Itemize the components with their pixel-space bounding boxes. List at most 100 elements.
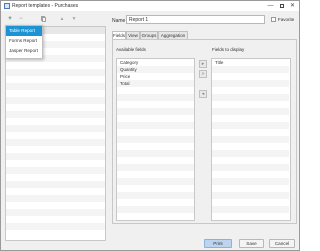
- list-row-empty: [212, 143, 289, 150]
- print-button[interactable]: Print: [204, 239, 232, 248]
- templates-list-row[interactable]: [6, 160, 105, 167]
- tab-groups[interactable]: Groups: [140, 31, 158, 39]
- templates-list-row[interactable]: [6, 125, 105, 132]
- tab-aggregation[interactable]: Aggregation: [158, 31, 188, 39]
- list-row-empty: [212, 185, 289, 192]
- add-template-button[interactable]: +: [6, 15, 14, 23]
- list-row-empty: [117, 143, 194, 150]
- templates-list-row[interactable]: [6, 181, 105, 188]
- list-row-empty: [117, 87, 194, 94]
- list-row-empty: [212, 136, 289, 143]
- list-row-empty: [117, 199, 194, 206]
- list-row-empty: [117, 192, 194, 199]
- list-row-empty: [212, 171, 289, 178]
- list-item-label: Category: [120, 60, 139, 65]
- list-row-empty: [117, 136, 194, 143]
- dropdown-item-table-report[interactable]: Table Report: [6, 26, 42, 36]
- name-field[interactable]: [126, 15, 265, 24]
- move-all-right-button[interactable]: »: [199, 70, 207, 78]
- templates-list-row[interactable]: [6, 97, 105, 104]
- available-fields-label: Available fields: [116, 47, 146, 52]
- list-row-empty: [212, 80, 289, 87]
- templates-list-row[interactable]: [6, 216, 105, 223]
- move-up-button[interactable]: ▲: [58, 15, 66, 23]
- list-item-label: Quantity: [120, 67, 137, 72]
- minimize-button[interactable]: —: [266, 2, 275, 10]
- list-item[interactable]: Quantity: [117, 66, 194, 73]
- move-down-button[interactable]: ▼: [70, 15, 78, 23]
- list-item[interactable]: Title: [212, 59, 289, 66]
- list-row-empty: [117, 213, 194, 220]
- tab-view[interactable]: View: [126, 31, 140, 39]
- dropdown-item-jasper-report[interactable]: Jasper Report: [6, 46, 42, 56]
- templates-list-row[interactable]: [6, 230, 105, 237]
- remove-template-button[interactable]: −: [17, 15, 25, 23]
- list-row-empty: [212, 192, 289, 199]
- templates-list-row[interactable]: [6, 139, 105, 146]
- list-row-empty: [117, 164, 194, 171]
- list-item[interactable]: Total: [117, 80, 194, 87]
- favorite-checkbox[interactable]: [271, 17, 276, 22]
- templates-list-row[interactable]: [6, 62, 105, 69]
- copy-template-button[interactable]: [39, 15, 47, 23]
- list-row-empty: [117, 115, 194, 122]
- templates-list-row[interactable]: [6, 146, 105, 153]
- cancel-button[interactable]: Cancel: [269, 239, 295, 248]
- display-fields-list[interactable]: Title: [211, 58, 291, 221]
- list-row-empty: [117, 150, 194, 157]
- list-row-empty: [117, 101, 194, 108]
- list-item-label: Total: [120, 81, 130, 86]
- templates-list-row[interactable]: [6, 167, 105, 174]
- list-row-empty: [117, 171, 194, 178]
- templates-list-row[interactable]: [6, 90, 105, 97]
- templates-list-row[interactable]: [6, 83, 105, 90]
- list-item-label: Title: [215, 60, 224, 65]
- list-row-empty: [117, 185, 194, 192]
- list-row-empty: [117, 178, 194, 185]
- app-icon: [4, 3, 10, 9]
- templates-list-row[interactable]: [6, 132, 105, 139]
- close-button[interactable]: ✕: [288, 2, 297, 10]
- templates-list-row[interactable]: [6, 118, 105, 125]
- list-row-empty: [117, 94, 194, 101]
- templates-toolbar: + − ▲ ▼: [5, 15, 105, 24]
- templates-list-row[interactable]: [6, 202, 105, 209]
- list-row-empty: [212, 94, 289, 101]
- list-item[interactable]: Category: [117, 59, 194, 66]
- list-row-empty: [117, 129, 194, 136]
- move-left-button[interactable]: ◂: [199, 90, 207, 98]
- list-row-empty: [117, 108, 194, 115]
- templates-list-row[interactable]: [6, 76, 105, 83]
- list-row-empty: [212, 122, 289, 129]
- list-item[interactable]: Price: [117, 73, 194, 80]
- available-fields-list[interactable]: Category Quantity Price Total: [116, 58, 195, 221]
- templates-list-row[interactable]: [6, 153, 105, 160]
- list-row-empty: [212, 108, 289, 115]
- dropdown-item-forms-report[interactable]: Forms Report: [6, 36, 42, 46]
- report-templates-window: Report templates - Purchases — ✕ + − ▲ ▼: [0, 0, 300, 251]
- templates-list-row[interactable]: [6, 188, 105, 195]
- save-button[interactable]: Save: [239, 239, 264, 248]
- report-type-dropdown[interactable]: Table Report Forms Report Jasper Report: [5, 25, 43, 59]
- list-row-empty: [212, 129, 289, 136]
- templates-list-row[interactable]: [6, 104, 105, 111]
- templates-list-row[interactable]: [6, 209, 105, 216]
- title-bar: Report templates - Purchases — ✕: [1, 1, 299, 11]
- name-label: Name: [112, 18, 126, 24]
- maximize-button[interactable]: [277, 2, 286, 10]
- templates-list-row[interactable]: [6, 223, 105, 230]
- templates-list-row[interactable]: [6, 111, 105, 118]
- list-row-empty: [117, 122, 194, 129]
- move-right-button[interactable]: ▸: [199, 60, 207, 68]
- list-row-empty: [212, 73, 289, 80]
- list-row-empty: [117, 157, 194, 164]
- templates-list-row[interactable]: [6, 69, 105, 76]
- list-row-empty: [212, 157, 289, 164]
- maximize-icon: [279, 4, 284, 8]
- templates-list-row[interactable]: [6, 174, 105, 181]
- list-row-empty: [212, 164, 289, 171]
- list-row-empty: [117, 206, 194, 213]
- display-fields-label: Fields to display: [212, 47, 245, 52]
- list-row-empty: [212, 66, 289, 73]
- templates-list-row[interactable]: [6, 195, 105, 202]
